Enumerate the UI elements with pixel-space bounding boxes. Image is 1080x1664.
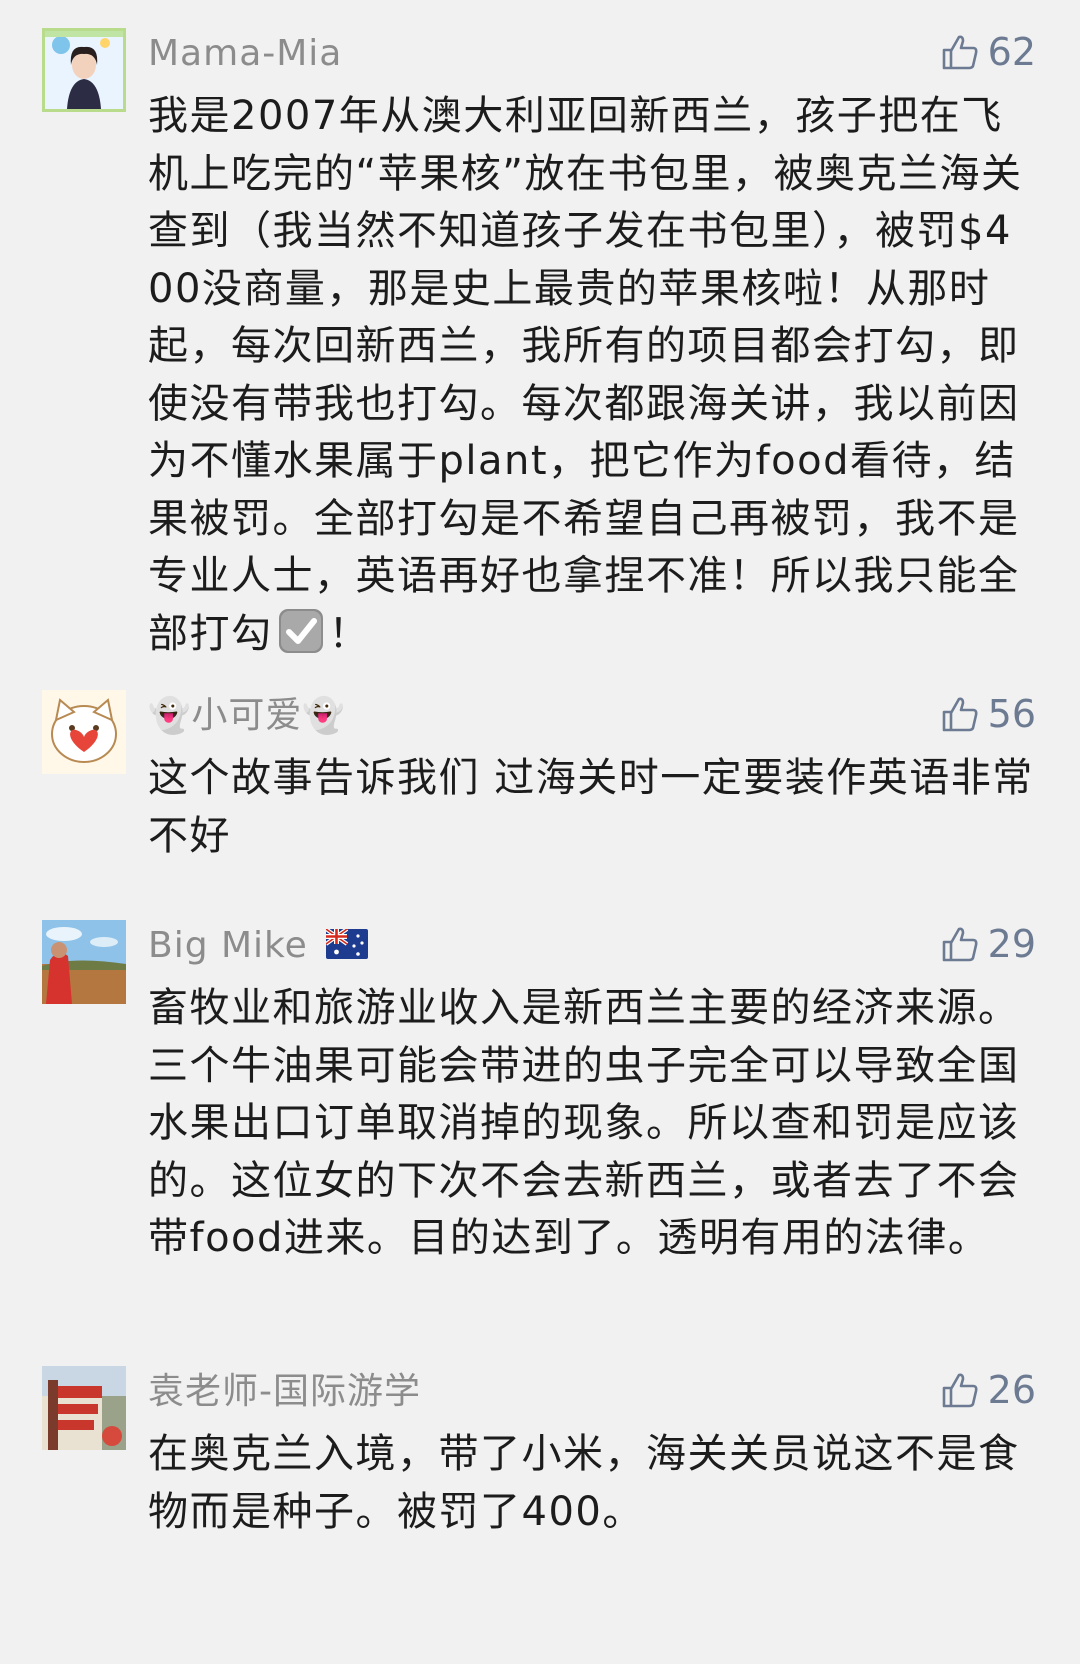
- avatar[interactable]: [42, 28, 126, 112]
- like-count: 56: [987, 692, 1036, 736]
- australia-flag-icon: [325, 929, 368, 959]
- check-mark-button-icon: [278, 608, 323, 653]
- ghost-emoji-icon: 👻: [302, 696, 346, 736]
- comment-feed: Mama-Mia 62 我是2007年从澳大利亚回新西兰，孩子把在飞机上吃完的“…: [0, 0, 1080, 1664]
- like-button[interactable]: 29: [940, 922, 1036, 966]
- like-button[interactable]: 62: [940, 30, 1036, 74]
- username[interactable]: Mama-Mia: [148, 32, 342, 76]
- username[interactable]: Big Mike: [148, 924, 368, 968]
- username-text: Big Mike: [148, 925, 308, 966]
- avatar[interactable]: [42, 1366, 126, 1450]
- avatar-image-icon: [45, 31, 123, 109]
- thumbs-up-icon: [942, 697, 978, 732]
- like-count: 62: [987, 30, 1036, 74]
- comment-text-end: ！: [328, 610, 370, 657]
- avatar[interactable]: [42, 920, 126, 1004]
- thumbs-up-icon: [942, 927, 978, 962]
- comment-text: 畜牧业和旅游业收入是新西兰主要的经济来源。三个牛油果可能会带进的虫子完全可以导致…: [148, 985, 1020, 1261]
- avatar[interactable]: [42, 690, 126, 774]
- thumbs-up-icon: [942, 35, 978, 70]
- avatar-photo-icon: [42, 1366, 126, 1450]
- like-button[interactable]: 26: [940, 1368, 1036, 1412]
- username[interactable]: 袁老师-国际游学: [148, 1370, 421, 1414]
- thumbs-up-icon: [942, 1373, 978, 1408]
- comment-text: 在奥克兰入境，带了小米，海关关员说这不是食物而是种子。被罚了400。: [148, 1431, 1020, 1535]
- comment-text: 这个故事告诉我们 过海关时一定要装作英语非常不好: [148, 755, 1034, 859]
- like-button[interactable]: 56: [940, 692, 1036, 736]
- avatar-photo-icon: [42, 920, 126, 1004]
- ghost-emoji-icon: 👻: [148, 696, 192, 736]
- cat-heart-avatar-icon: [42, 690, 126, 774]
- like-count: 26: [987, 1368, 1036, 1412]
- comment-text: 我是2007年从澳大利亚回新西兰，孩子把在飞机上吃完的“苹果核”放在书包里，被奥…: [148, 88, 1038, 663]
- like-count: 29: [987, 922, 1036, 966]
- comment-text-main: 我是2007年从澳大利亚回新西兰，孩子把在飞机上吃完的“苹果核”放在书包里，被奥…: [148, 93, 1023, 657]
- username[interactable]: 👻小可爱👻: [148, 694, 346, 738]
- username-text: 小可爱: [191, 695, 303, 736]
